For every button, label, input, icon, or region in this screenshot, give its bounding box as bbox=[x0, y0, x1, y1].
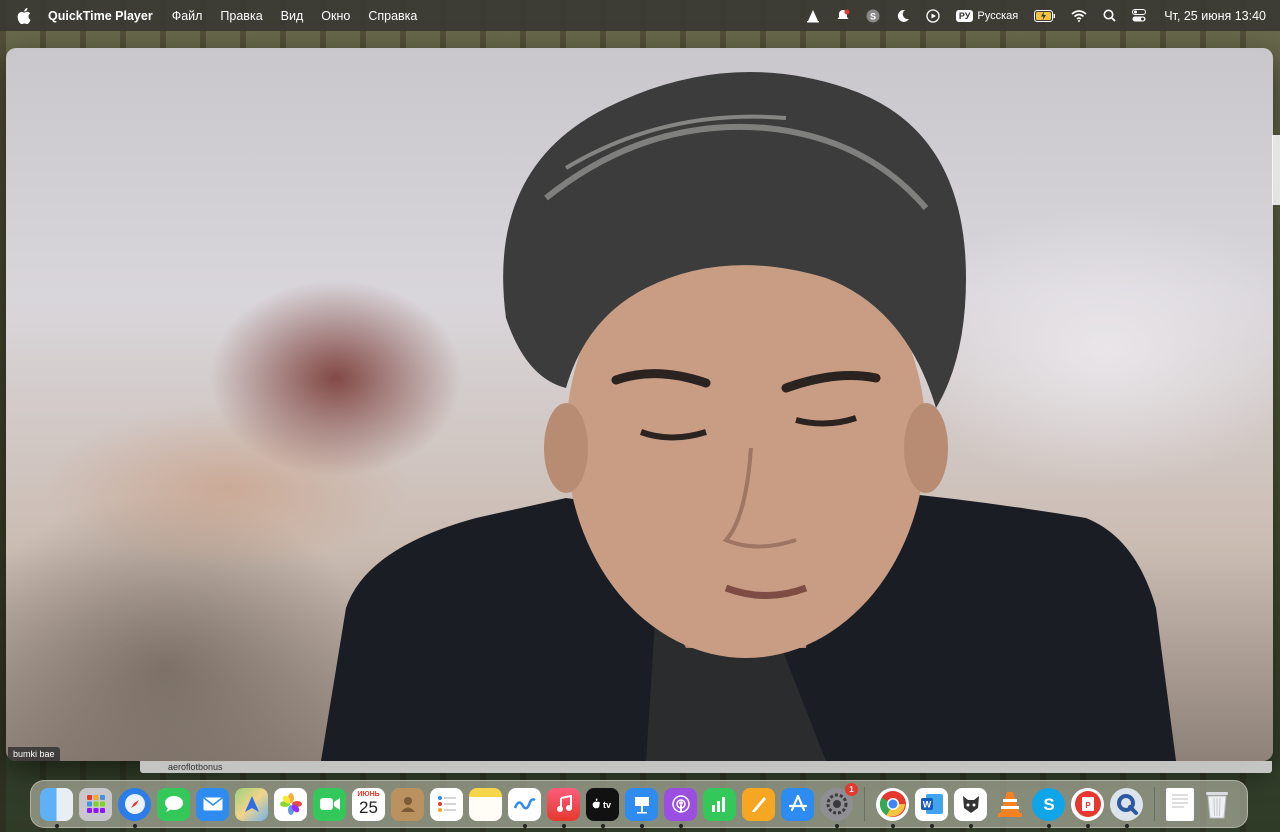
running-indicator bbox=[522, 823, 527, 828]
keyboard-badge: РУ bbox=[955, 9, 974, 22]
vlc-icon[interactable] bbox=[993, 788, 1026, 821]
quicktime-video-window[interactable]: bumki bae bbox=[6, 48, 1273, 761]
cone-icon[interactable] bbox=[805, 8, 821, 24]
app-store-icon[interactable] bbox=[781, 787, 814, 821]
bell-icon[interactable] bbox=[835, 8, 851, 24]
pdf-reader-icon[interactable]: P bbox=[1071, 787, 1104, 828]
running-indicator bbox=[132, 823, 137, 828]
keynote-icon[interactable] bbox=[625, 787, 658, 828]
tv-icon[interactable]: tv bbox=[586, 787, 619, 828]
facetime-icon[interactable] bbox=[313, 787, 346, 821]
battery-icon[interactable] bbox=[1033, 8, 1057, 24]
safari-icon[interactable] bbox=[118, 787, 151, 828]
running-indicator bbox=[561, 823, 566, 828]
maps-icon[interactable] bbox=[235, 787, 268, 821]
numbers-icon[interactable] bbox=[703, 787, 736, 821]
notes-icon[interactable] bbox=[469, 787, 502, 821]
keyboard-layout-indicator[interactable]: РУ Русская bbox=[955, 9, 1019, 22]
skype-icon[interactable]: S bbox=[1032, 787, 1065, 828]
system-settings-icon[interactable]: 1 bbox=[820, 782, 858, 828]
notification-badge: 1 bbox=[845, 782, 858, 796]
trash-icon[interactable] bbox=[1200, 788, 1233, 821]
app-name-menu[interactable]: QuickTime Player bbox=[48, 9, 153, 23]
freeform-icon[interactable] bbox=[508, 787, 541, 828]
background-window-edge bbox=[1272, 135, 1280, 205]
running-indicator bbox=[678, 823, 683, 828]
chrome-icon[interactable] bbox=[876, 787, 909, 828]
moon-icon[interactable] bbox=[895, 8, 911, 24]
apple-icon[interactable] bbox=[17, 7, 33, 24]
pages-icon[interactable] bbox=[742, 787, 775, 821]
running-indicator bbox=[1085, 823, 1090, 828]
svg-text:S: S bbox=[870, 11, 876, 21]
menu-help[interactable]: Справка bbox=[368, 9, 417, 23]
calendar-day: 25 bbox=[359, 798, 378, 817]
search-icon[interactable] bbox=[1101, 8, 1117, 24]
running-indicator bbox=[1046, 823, 1051, 828]
running-indicator bbox=[600, 823, 605, 828]
wifi-icon[interactable] bbox=[1071, 8, 1087, 24]
running-indicator bbox=[890, 823, 895, 828]
control-center-icon[interactable] bbox=[1131, 8, 1147, 24]
play-circle-icon[interactable] bbox=[925, 8, 941, 24]
dock-separator bbox=[864, 787, 865, 821]
dock-separator bbox=[1154, 787, 1155, 821]
keyboard-language: Русская bbox=[977, 9, 1019, 22]
svg-text:S: S bbox=[1043, 795, 1054, 813]
contacts-icon[interactable] bbox=[391, 787, 424, 821]
menubar-clock[interactable]: Чт, 25 июня 13:40 bbox=[1164, 9, 1266, 23]
calendar-icon[interactable]: ИЮНЬ 25 bbox=[352, 787, 385, 821]
svg-text:tv: tv bbox=[602, 800, 610, 810]
menu-window[interactable]: Окно bbox=[321, 9, 350, 23]
finder-icon[interactable] bbox=[40, 787, 73, 828]
vpn-icon[interactable] bbox=[954, 787, 987, 828]
document-stack-icon[interactable] bbox=[1166, 787, 1194, 821]
skype-menubar-icon[interactable]: S bbox=[865, 8, 881, 24]
quicktime-icon[interactable] bbox=[1110, 787, 1143, 828]
menu-bar: QuickTime Player Файл Правка Вид Окно Сп… bbox=[0, 0, 1280, 31]
running-indicator bbox=[1124, 823, 1129, 828]
messages-icon[interactable] bbox=[157, 787, 190, 821]
dock: ИЮНЬ 25 tv 1 W S P bbox=[30, 780, 1248, 828]
launchpad-icon[interactable] bbox=[79, 787, 112, 821]
participant-name-label: bumki bae bbox=[8, 747, 60, 761]
photos-icon[interactable] bbox=[274, 787, 307, 821]
menu-file[interactable]: Файл bbox=[172, 9, 203, 23]
menu-view[interactable]: Вид bbox=[281, 9, 304, 23]
word-icon[interactable]: W bbox=[915, 787, 948, 828]
podcasts-icon[interactable] bbox=[664, 787, 697, 828]
running-indicator bbox=[54, 823, 59, 828]
music-icon[interactable] bbox=[547, 787, 580, 828]
menu-edit[interactable]: Правка bbox=[220, 9, 262, 23]
svg-text:P: P bbox=[1085, 801, 1091, 810]
mail-icon[interactable] bbox=[196, 787, 229, 821]
running-indicator bbox=[929, 823, 934, 828]
running-indicator bbox=[639, 823, 644, 828]
video-frame-person bbox=[321, 72, 1176, 761]
running-indicator bbox=[834, 823, 839, 828]
background-window-tab[interactable]: aeroflotbonus bbox=[140, 761, 1272, 773]
reminders-icon[interactable] bbox=[430, 787, 463, 821]
svg-text:W: W bbox=[922, 800, 931, 810]
running-indicator bbox=[968, 823, 973, 828]
